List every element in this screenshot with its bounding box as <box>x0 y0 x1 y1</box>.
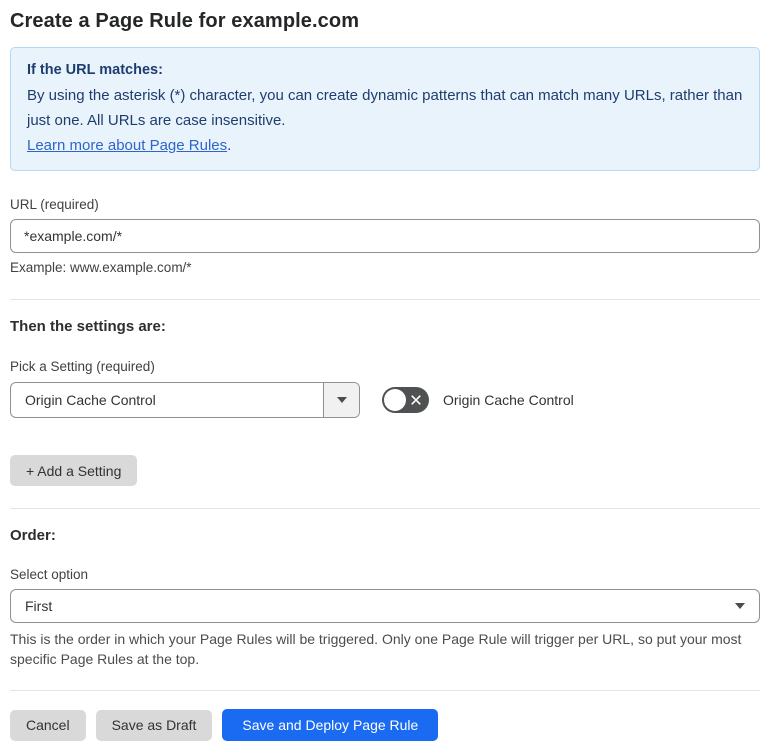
pick-setting-label: Pick a Setting (required) <box>10 359 155 374</box>
setting-select[interactable]: Origin Cache Control <box>10 382 360 418</box>
info-link-line: Learn more about Page Rules. <box>27 133 743 158</box>
setting-row: Origin Cache Control Origin Cache Contro… <box>10 382 760 418</box>
divider <box>10 690 760 691</box>
order-select-label: Select option <box>10 567 89 582</box>
url-field-label: URL (required) <box>10 197 99 212</box>
cancel-button[interactable]: Cancel <box>10 709 86 741</box>
order-section-heading: Order: <box>10 527 56 544</box>
footer-actions: Cancel Save as Draft Save and Deploy Pag… <box>10 709 760 741</box>
info-box-heading: If the URL matches: <box>27 62 163 78</box>
x-icon <box>411 395 421 405</box>
url-match-info-box: If the URL matches: By using the asteris… <box>10 47 760 171</box>
save-and-deploy-button[interactable]: Save and Deploy Page Rule <box>222 709 439 741</box>
info-link-suffix: . <box>227 137 232 154</box>
settings-section-heading: Then the settings are: <box>10 318 166 335</box>
order-helper-text: This is the order in which your Page Rul… <box>10 631 742 667</box>
origin-cache-control-toggle[interactable] <box>382 387 429 413</box>
save-as-draft-button[interactable]: Save as Draft <box>95 709 213 741</box>
info-box-body: By using the asterisk (*) character, you… <box>27 87 743 129</box>
create-page-rule-panel: Create a Page Rule for example.com If th… <box>0 0 770 741</box>
page-title: Create a Page Rule for example.com <box>10 10 360 32</box>
toggle-knob <box>384 389 406 411</box>
learn-more-link[interactable]: Learn more about Page Rules <box>27 137 227 154</box>
add-setting-button[interactable]: + Add a Setting <box>10 455 138 486</box>
setting-select-arrow-button[interactable] <box>323 383 359 417</box>
order-select[interactable]: First <box>10 589 760 623</box>
url-input[interactable] <box>10 219 760 253</box>
divider <box>10 299 760 300</box>
setting-select-value: Origin Cache Control <box>25 392 156 408</box>
chevron-down-icon <box>735 603 745 609</box>
chevron-down-icon <box>336 397 347 403</box>
toggle-label: Origin Cache Control <box>443 392 574 408</box>
divider <box>10 508 760 509</box>
order-select-value: First <box>25 598 53 614</box>
url-example-text: Example: www.example.com/* <box>10 260 192 275</box>
